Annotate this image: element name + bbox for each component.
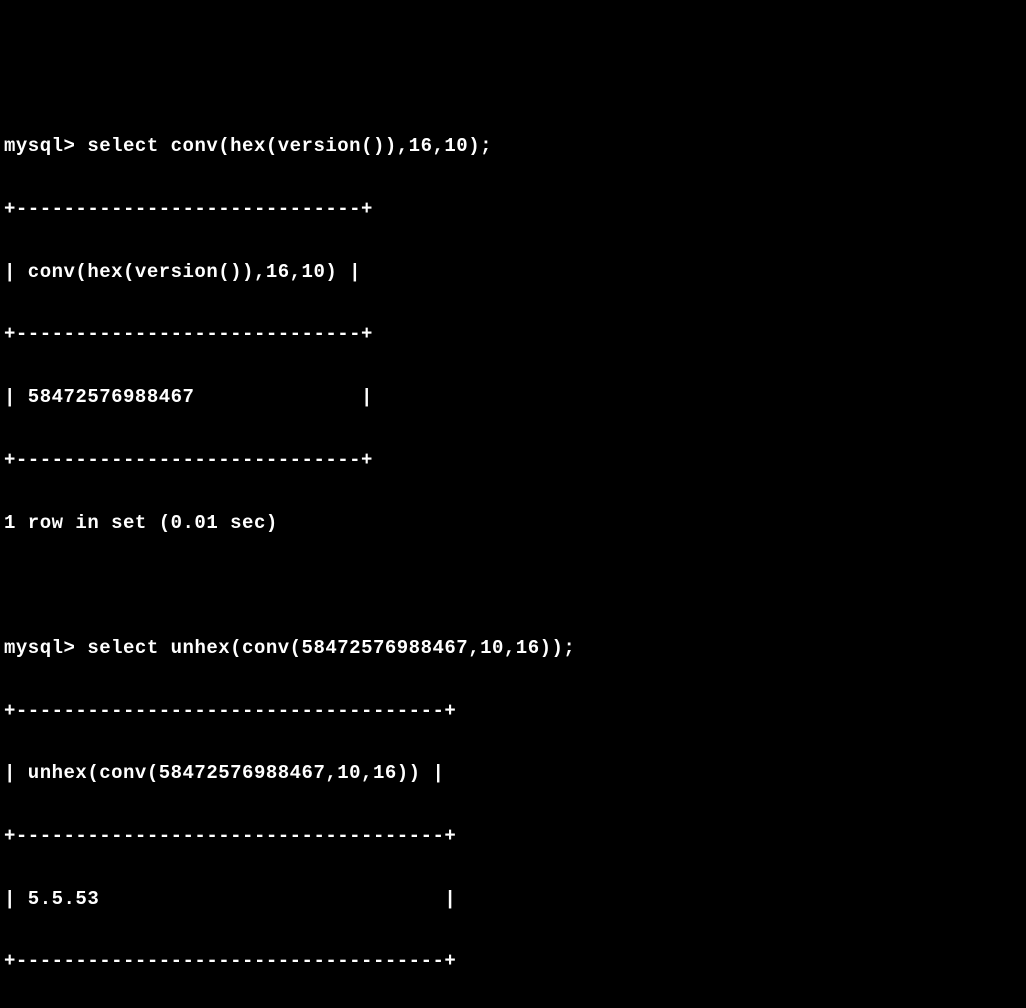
- table-border: +-----------------------------+: [4, 445, 1022, 476]
- query1-status: 1 row in set (0.01 sec): [4, 508, 1022, 539]
- mysql-prompt: mysql>: [4, 637, 87, 659]
- table-border: +------------------------------------+: [4, 821, 1022, 852]
- sql-command-text: select conv(hex(version()),16,10);: [87, 135, 492, 157]
- table-value-row: | 5.5.53 |: [4, 884, 1022, 915]
- blank-line: [4, 570, 1022, 601]
- sql-command-text: select unhex(conv(58472576988467,10,16))…: [87, 637, 575, 659]
- table-border: +-----------------------------+: [4, 319, 1022, 350]
- table-border: +-----------------------------+: [4, 194, 1022, 225]
- query1-command-line[interactable]: mysql> select conv(hex(version()),16,10)…: [4, 131, 1022, 162]
- table-header-row: | conv(hex(version()),16,10) |: [4, 257, 1022, 288]
- table-value-row: | 58472576988467 |: [4, 382, 1022, 413]
- table-border: +------------------------------------+: [4, 946, 1022, 977]
- table-border: +------------------------------------+: [4, 696, 1022, 727]
- table-header-row: | unhex(conv(58472576988467,10,16)) |: [4, 758, 1022, 789]
- mysql-prompt: mysql>: [4, 135, 87, 157]
- query2-command-line[interactable]: mysql> select unhex(conv(58472576988467,…: [4, 633, 1022, 664]
